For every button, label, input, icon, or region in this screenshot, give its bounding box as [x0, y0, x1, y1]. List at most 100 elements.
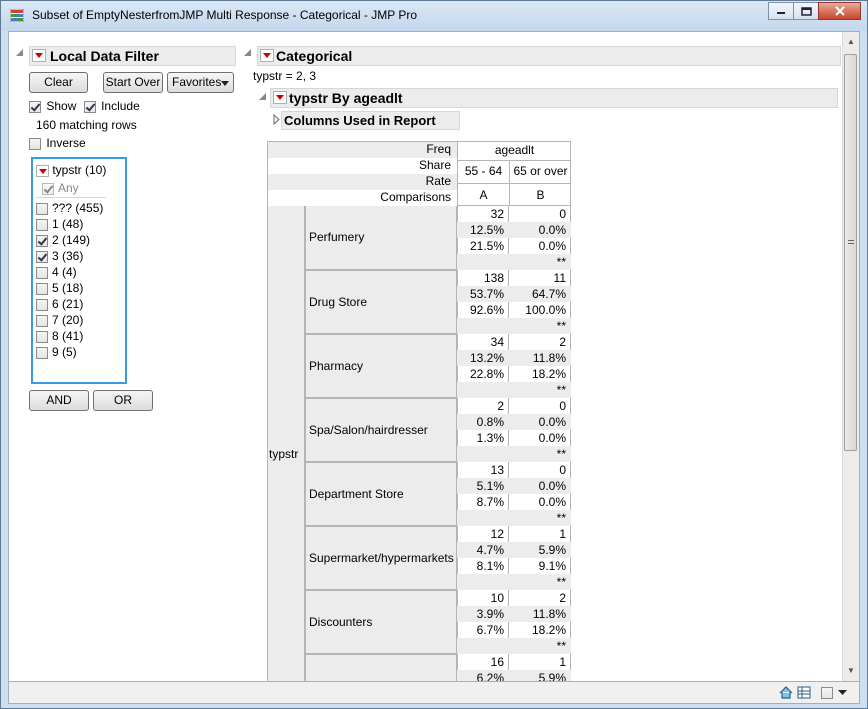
data-value: 0.0% [538, 495, 566, 509]
filter-item[interactable]: 6 (21) [36, 297, 83, 311]
columns-used-header[interactable]: Columns Used in Report [281, 111, 460, 130]
filter-item[interactable]: 5 (18) [36, 281, 83, 295]
filter-item[interactable]: 7 (20) [36, 313, 83, 327]
data-value: 11.8% [509, 606, 571, 622]
favorites-button[interactable]: Favorites [167, 72, 234, 93]
stat-label: Rate [268, 174, 457, 190]
filter-item-checkbox[interactable] [36, 346, 48, 359]
data-value [457, 382, 509, 398]
collapse-filter-icon[interactable] [15, 48, 24, 57]
row-label: Drug Store [305, 270, 457, 334]
or-label: OR [114, 393, 132, 407]
data-value: 1.3% [476, 431, 504, 445]
column-letter: B [509, 183, 571, 206]
data-value: 3.9% [457, 606, 509, 622]
data-value: 16 [490, 655, 504, 669]
data-value: 22.8% [469, 367, 504, 381]
filter-item-checkbox[interactable] [36, 314, 48, 327]
clear-button[interactable]: Clear [29, 72, 88, 93]
include-checkbox[interactable] [83, 100, 96, 113]
inverse-checkbox[interactable] [29, 137, 41, 150]
filter-menu-icon[interactable] [32, 49, 46, 62]
filter-item-checkbox[interactable] [36, 250, 48, 263]
filter-item[interactable]: 8 (41) [36, 329, 83, 343]
window-title: Subset of EmptyNesterfromJMP Multi Respo… [32, 8, 418, 22]
data-value: 5.1% [457, 478, 509, 494]
data-value [457, 510, 509, 526]
filter-item-checkbox[interactable] [36, 330, 48, 343]
local-data-filter-header: Local Data Filter [29, 46, 236, 66]
data-value: 32 [490, 207, 504, 221]
row-label: Department Store [305, 462, 457, 526]
app-window: Subset of EmptyNesterfromJMP Multi Respo… [0, 0, 868, 709]
expand-columns-used-icon[interactable] [273, 114, 280, 125]
filter-item-checkbox[interactable] [36, 266, 48, 279]
dropdown-arrow-icon[interactable] [838, 690, 847, 696]
filter-item-label: ??? (455) [52, 201, 104, 215]
filter-item[interactable]: ??? (455) [36, 201, 103, 215]
data-value: 0.0% [538, 239, 566, 253]
home-icon[interactable] [779, 686, 793, 699]
inverse-option[interactable]: Inverse [29, 136, 86, 150]
filter-any-option[interactable]: Any [42, 181, 79, 195]
filter-item-label: 1 (48) [52, 217, 84, 231]
data-value: 11 [553, 271, 566, 285]
filter-item[interactable]: 1 (48) [36, 217, 83, 231]
collapse-typstr-by-ageadlt-icon[interactable] [258, 92, 267, 101]
include-label: Include [101, 99, 140, 113]
row-variable-label: typstr [269, 447, 299, 461]
vertical-scrollbar[interactable]: ▲ ▼ [842, 32, 859, 681]
stat-label: Freq [268, 142, 457, 158]
show-checkbox[interactable] [29, 100, 41, 113]
and-button[interactable]: AND [29, 390, 89, 411]
row-label: Pharmacy [305, 334, 457, 398]
any-label: Any [58, 181, 79, 195]
filter-divider [36, 197, 106, 198]
row-label: Others [305, 654, 457, 681]
table-icon[interactable] [797, 686, 811, 699]
show-label: Show [46, 99, 77, 113]
data-value: 2 [559, 335, 566, 349]
column-level: 55 - 64 [457, 161, 509, 183]
filter-item-label: 2 (149) [52, 233, 91, 247]
typstr-filter-list[interactable]: typstr (10) Any ??? (455) 1 (48) 2 (149) 3 … [31, 157, 127, 384]
filter-item-checkbox[interactable] [36, 298, 48, 311]
filter-item[interactable]: 9 (5) [36, 345, 77, 359]
or-button[interactable]: OR [93, 390, 153, 411]
collapse-categorical-icon[interactable] [243, 48, 252, 57]
show-option[interactable]: Show Include [29, 99, 140, 113]
filter-item-checkbox[interactable] [36, 202, 48, 215]
scroll-thumb[interactable] [844, 54, 857, 451]
scroll-up-icon[interactable]: ▲ [843, 34, 859, 50]
filter-item[interactable]: 2 (149) [36, 233, 90, 247]
data-value [457, 574, 509, 590]
start-over-button[interactable]: Start Over [103, 72, 163, 93]
column-menu-icon[interactable] [36, 164, 49, 177]
data-value: 11.8% [509, 350, 571, 366]
categorical-menu-icon[interactable] [260, 49, 274, 62]
scroll-down-icon[interactable]: ▼ [843, 663, 859, 679]
any-checkbox[interactable] [42, 182, 54, 195]
data-value: 92.6% [469, 303, 504, 317]
data-value: 0 [559, 207, 566, 221]
close-button[interactable] [818, 2, 861, 20]
filter-item[interactable]: 4 (4) [36, 265, 77, 279]
typstr-menu-icon[interactable] [273, 91, 287, 104]
status-checkbox-icon[interactable] [821, 687, 833, 699]
close-icon [834, 6, 845, 16]
categorical-title: Categorical [276, 48, 353, 64]
filter-item[interactable]: 3 (36) [36, 249, 83, 263]
data-value: 2 [559, 591, 566, 605]
filter-item-checkbox[interactable] [36, 282, 48, 295]
row-label: Supermarket/hypermarkets [305, 526, 457, 590]
maximize-icon [800, 6, 812, 16]
title-bar[interactable]: Subset of EmptyNesterfromJMP Multi Respo… [1, 1, 867, 31]
minimize-button[interactable] [768, 2, 794, 20]
maximize-button[interactable] [793, 2, 819, 20]
filter-item-checkbox[interactable] [36, 234, 48, 247]
data-value: 21.5% [469, 239, 504, 253]
data-value: 12 [490, 527, 504, 541]
filter-item-checkbox[interactable] [36, 218, 48, 231]
data-value: 9.1% [538, 559, 566, 573]
status-bar [8, 682, 860, 704]
